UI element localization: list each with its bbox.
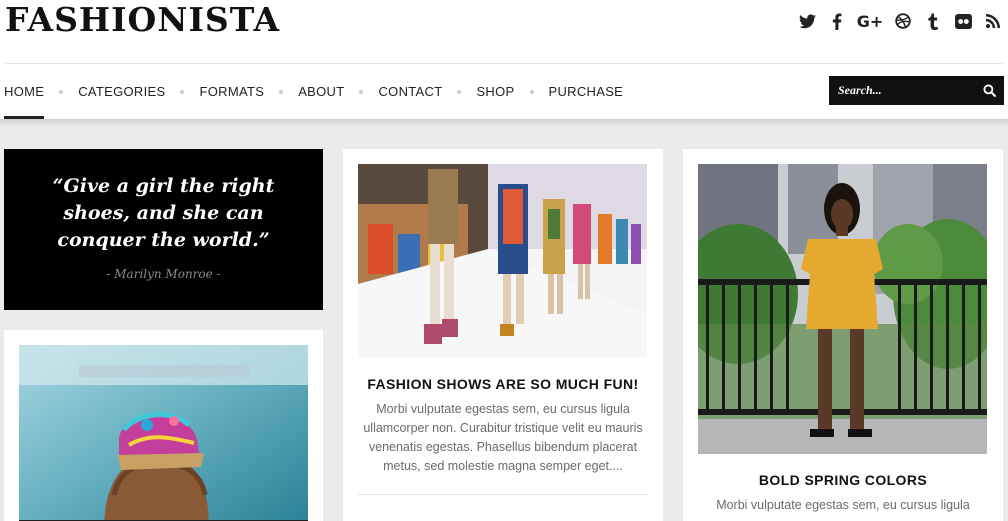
site-header: FASHIONISTA G+ HOME CATEGORIES FORMATS A… xyxy=(0,0,1008,119)
tumblr-icon[interactable] xyxy=(924,10,942,32)
post-title[interactable]: FASHION SHOWS ARE SO MUCH FUN! xyxy=(343,376,663,392)
nav-separator xyxy=(529,89,534,94)
header-shadow xyxy=(0,119,1008,127)
site-logo[interactable]: FASHIONISTA xyxy=(5,0,280,40)
post-excerpt: Morbi vulputate egestas sem, eu cursus l… xyxy=(363,402,643,473)
nav-item-about[interactable]: ABOUT xyxy=(298,64,344,119)
nav-item-contact[interactable]: CONTACT xyxy=(378,64,442,119)
search-input[interactable] xyxy=(829,76,979,105)
twitter-icon[interactable] xyxy=(798,10,816,32)
nav-separator xyxy=(180,89,185,94)
nav-separator xyxy=(279,89,284,94)
post-card-cap xyxy=(4,330,323,521)
nav-item-formats[interactable]: FORMATS xyxy=(199,64,264,119)
nav-separator xyxy=(59,89,64,94)
nav-item-shop[interactable]: SHOP xyxy=(476,64,514,119)
quote-card[interactable]: “Give a girl the right shoes, and she ca… xyxy=(4,149,323,310)
post-title[interactable]: BOLD SPRING COLORS xyxy=(683,472,1003,488)
post-card-bold-spring-colors: BOLD SPRING COLORS Morbi vulputate egest… xyxy=(683,149,1003,521)
social-links: G+ xyxy=(798,10,1002,32)
rss-icon[interactable] xyxy=(984,10,1002,32)
nav-separator xyxy=(359,89,364,94)
search-icon[interactable] xyxy=(983,84,996,97)
google-plus-icon[interactable]: G+ xyxy=(857,10,884,32)
nav-item-home[interactable]: HOME xyxy=(4,64,45,119)
post-image-cap[interactable] xyxy=(19,345,308,521)
flickr-icon[interactable] xyxy=(954,10,972,32)
post-image-spring[interactable] xyxy=(698,164,987,454)
facebook-icon[interactable] xyxy=(828,10,846,32)
post-excerpt: Morbi vulputate egestas sem, eu cursus l… xyxy=(716,498,970,512)
quote-author: - Marilyn Monroe - xyxy=(106,267,221,281)
nav-item-categories[interactable]: CATEGORIES xyxy=(78,64,165,119)
post-separator xyxy=(358,494,648,495)
search-box xyxy=(829,76,1004,105)
nav-separator xyxy=(457,89,462,94)
post-card-fashion-shows: FASHION SHOWS ARE SO MUCH FUN! Morbi vul… xyxy=(343,149,663,521)
quote-text: “Give a girl the right shoes, and she ca… xyxy=(52,175,275,251)
main-nav: HOME CATEGORIES FORMATS ABOUT CONTACT SH… xyxy=(4,64,623,119)
dribbble-icon[interactable] xyxy=(894,10,912,32)
nav-item-purchase[interactable]: PURCHASE xyxy=(549,64,624,119)
post-image-runway[interactable] xyxy=(358,164,647,357)
